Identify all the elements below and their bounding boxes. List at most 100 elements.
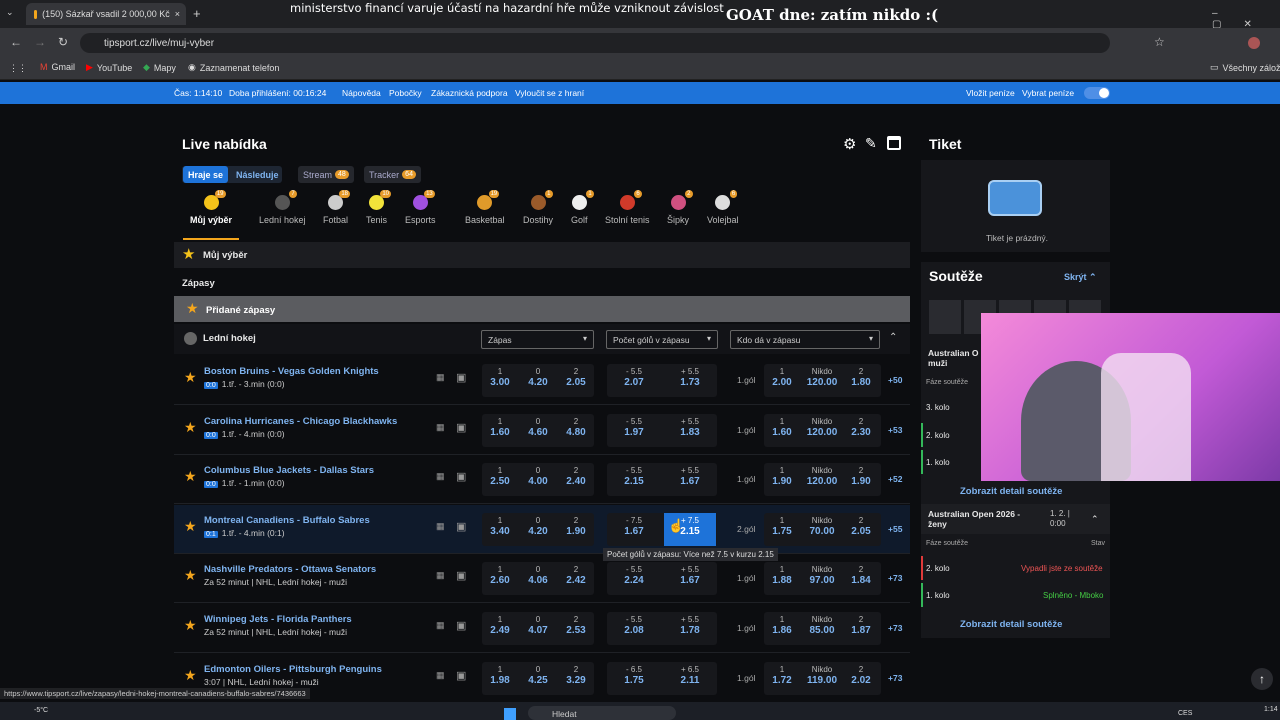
tab-list-button[interactable]: ⌄ [6,7,14,18]
odds-home[interactable]: 1 2.50 [484,463,516,496]
window-controls[interactable]: –▢✕ [1212,8,1280,30]
odds-scorer-home[interactable]: 1 1.90 [766,463,798,496]
url-input[interactable]: tipsport.cz/live/muj-vyber [80,33,1110,53]
support-link[interactable]: Zákaznická podpora [431,88,508,98]
profile-avatar[interactable] [1248,37,1260,49]
forward-icon[interactable]: → [34,35,46,49]
favorite-star-icon[interactable]: ★ [184,468,197,485]
stream-icon[interactable]: ▣ [456,520,466,533]
odds-under[interactable]: - 7.5 1.67 [610,513,658,546]
odds-scorer-nobody[interactable]: Nikdo 85.00 [802,612,842,645]
theme-toggle[interactable] [1084,87,1110,99]
match-name[interactable]: Carolina Hurricanes - Chicago Blackhawks [204,416,397,427]
sport-tab-8[interactable]: 6 Stolní tenis [605,190,650,225]
tab-next[interactable]: Následuje [231,166,284,183]
more-markets-link[interactable]: +53 [888,425,902,435]
self-exclusion-link[interactable]: Vyloučit se z hraní [515,88,584,98]
table-row[interactable]: ★ Montreal Canadiens - Buffalo Sabres 0:… [174,504,910,554]
collapse-icon[interactable]: ⌃ [889,332,897,343]
odds-scorer-away[interactable]: 2 1.87 [845,612,877,645]
odds-away[interactable]: 2 2.53 [560,612,592,645]
select-scorer-market[interactable]: Kdo dá v zápasu ▾ [730,330,880,349]
sport-tab-4[interactable]: 13 Esports [405,190,436,225]
odds-scorer-away[interactable]: 2 1.84 [845,562,877,595]
odds-over[interactable]: + 5.5 1.73 [664,364,716,397]
more-markets-link[interactable]: +73 [888,623,902,633]
odds-draw[interactable]: 0 4.20 [522,513,554,546]
odds-home[interactable]: 1 3.00 [484,364,516,397]
odds-scorer-away[interactable]: 2 1.90 [845,463,877,496]
table-row[interactable]: ★ Columbus Blue Jackets - Dallas Stars 0… [174,455,910,505]
table-row[interactable]: ★ Nashville Predators - Ottawa Senators … [174,554,910,604]
favorite-star-icon[interactable]: ★ [184,369,197,386]
windows-start-icon[interactable] [504,708,516,720]
odds-scorer-away[interactable]: 2 2.05 [845,513,877,546]
stats-icon[interactable]: ▦ [436,471,445,482]
sport-tab-5[interactable]: 19 Basketbal [465,190,505,225]
tab-playing[interactable]: Hraje se [183,166,229,183]
table-row[interactable]: ★ Carolina Hurricanes - Chicago Blackhaw… [174,406,910,455]
comp-2-collapse-icon[interactable]: ⌃ [1091,514,1099,525]
table-row[interactable]: ★ Winnipeg Jets - Florida Panthers Za 52… [174,604,910,653]
odds-under[interactable]: - 5.5 2.07 [610,364,658,397]
odds-scorer-home[interactable]: 1 2.00 [766,364,798,397]
odds-home[interactable]: 1 3.40 [484,513,516,546]
tab-stream[interactable]: Stream 48 [298,166,354,183]
taskbar-search[interactable]: Hledat [528,706,676,720]
new-tab-button[interactable]: + [193,6,201,21]
stream-icon[interactable]: ▣ [456,569,466,582]
all-bookmarks[interactable]: ▭ Všechny záložk [1210,62,1280,73]
sport-tab-2[interactable]: 18 Fotbal [323,190,350,225]
sport-tab-6[interactable]: 1 Dostihy [523,190,553,225]
stream-icon[interactable]: ▣ [456,669,466,682]
odds-under[interactable]: - 5.5 1.97 [610,414,658,447]
odds-scorer-nobody[interactable]: Nikdo 119.00 [802,662,842,695]
settings-gear-icon[interactable]: ⚙ [843,135,856,153]
odds-scorer-nobody[interactable]: Nikdo 120.00 [802,414,842,447]
odds-scorer-home[interactable]: 1 1.86 [766,612,798,645]
odds-draw[interactable]: 0 4.00 [522,463,554,496]
more-markets-link[interactable]: +55 [888,524,902,534]
more-markets-link[interactable]: +73 [888,573,902,583]
favorite-star-icon[interactable]: ★ [184,667,197,684]
odds-draw[interactable]: 0 4.06 [522,562,554,595]
odds-scorer-nobody[interactable]: Nikdo 120.00 [802,364,842,397]
odds-scorer-home[interactable]: 1 1.72 [766,662,798,695]
table-row[interactable]: ★ Boston Bruins - Vegas Golden Knights 0… [174,356,910,405]
odds-scorer-nobody[interactable]: Nikdo 97.00 [802,562,842,595]
withdraw-link[interactable]: Vybrat peníze [1022,88,1074,98]
help-link[interactable]: Nápověda [342,88,381,98]
odds-away[interactable]: 2 4.80 [560,414,592,447]
sport-tab-1[interactable]: 7 Lední hokej [259,190,306,225]
odds-away[interactable]: 2 3.29 [560,662,592,695]
stats-icon[interactable]: ▦ [436,372,445,383]
stream-icon[interactable]: ▣ [456,619,466,632]
odds-over[interactable]: + 5.5 1.83 [664,414,716,447]
odds-over[interactable]: + 5.5 1.67 [664,463,716,496]
odds-away[interactable]: 2 2.40 [560,463,592,496]
stats-icon[interactable]: ▦ [436,422,445,433]
odds-over[interactable]: + 5.5 1.78 [664,612,716,645]
select-goals-market[interactable]: Počet gólů v zápasu ▾ [606,330,718,349]
tab-tracker[interactable]: Tracker 64 [364,166,421,183]
favorite-star-icon[interactable]: ★ [184,617,197,634]
hide-link[interactable]: Skrýt ⌃ [1064,272,1097,283]
reload-icon[interactable]: ↻ [58,35,68,49]
odds-scorer-nobody[interactable]: Nikdo 70.00 [802,513,842,546]
odds-scorer-nobody[interactable]: Nikdo 120.00 [802,463,842,496]
browser-tab[interactable]: (150) Sázkař vsadil 2 000,00 Kč × [26,3,186,25]
more-markets-link[interactable]: +50 [888,375,902,385]
odds-draw[interactable]: 0 4.07 [522,612,554,645]
match-name[interactable]: Boston Bruins - Vegas Golden Knights [204,366,379,377]
comp-1-detail-link[interactable]: Zobrazit detail soutěže [960,486,1062,497]
close-tab-icon[interactable]: × [175,9,180,19]
odds-under[interactable]: - 5.5 2.24 [610,562,658,595]
odds-scorer-away[interactable]: 2 1.80 [845,364,877,397]
stream-icon[interactable]: ▣ [456,371,466,384]
sport-tab-7[interactable]: 1 Golf [571,190,594,225]
favorite-star-icon[interactable]: ★ [184,567,197,584]
odds-draw[interactable]: 0 4.20 [522,364,554,397]
apps-icon[interactable]: ⋮⋮ [9,63,27,74]
odds-away[interactable]: 2 2.05 [560,364,592,397]
favorite-star-icon[interactable]: ★ [184,419,197,436]
